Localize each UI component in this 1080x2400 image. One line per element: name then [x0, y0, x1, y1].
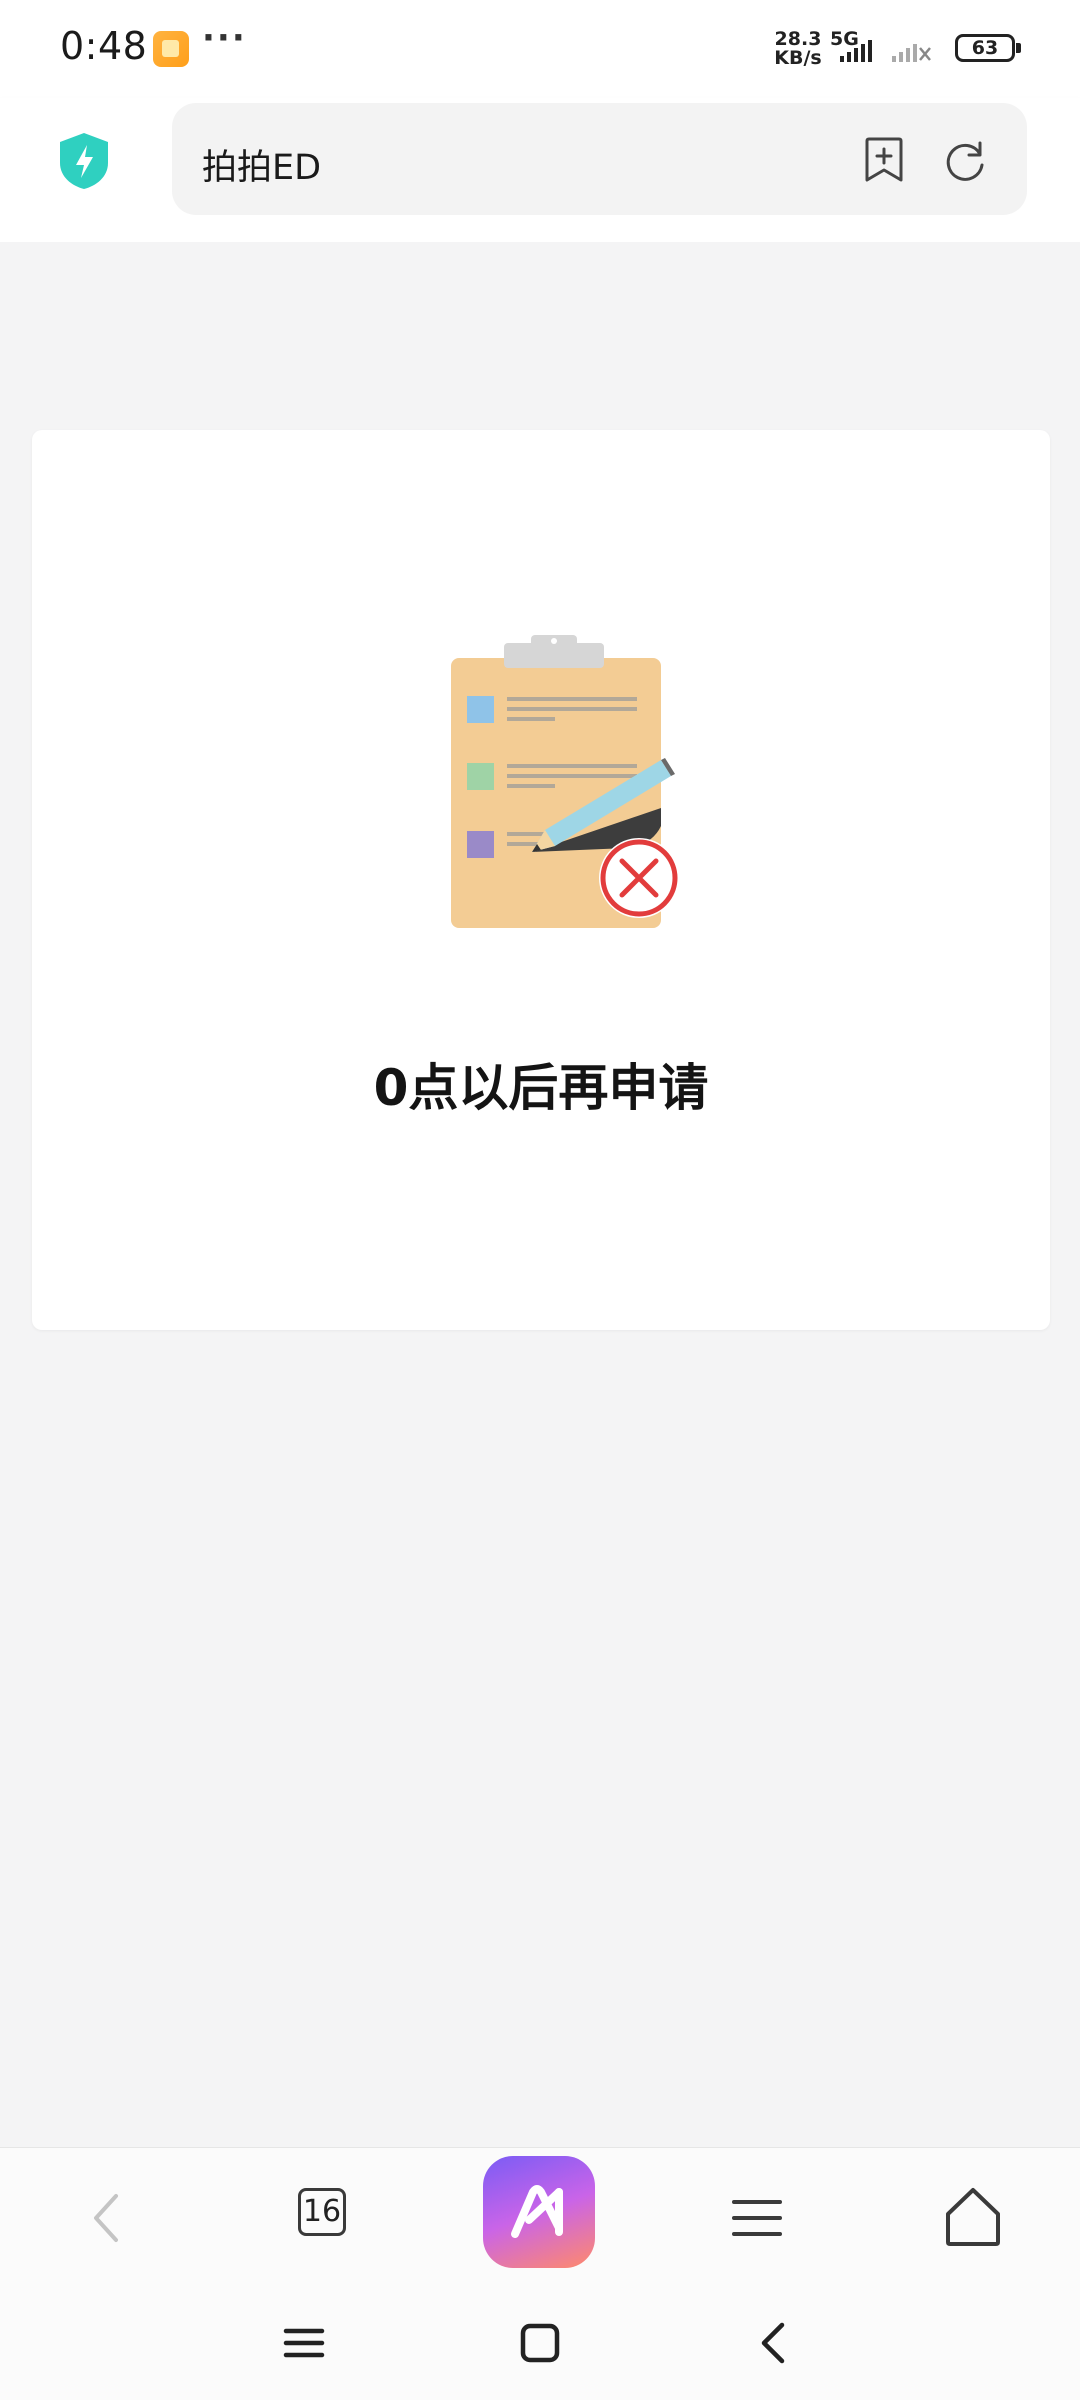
page-content: 0点以后再申请: [0, 242, 1080, 2347]
system-navigation-bar: [0, 2283, 1080, 2400]
application-rejected-illustration: [451, 635, 679, 928]
battery-indicator: 63: [955, 34, 1021, 62]
network-speed: 28.3 KB/s: [773, 30, 823, 68]
security-shield-icon[interactable]: [56, 131, 112, 191]
network-speed-unit: KB/s: [774, 47, 822, 69]
status-bar: 0:48 ··· 28.3 KB/s 5G 63: [0, 0, 1080, 98]
url-field[interactable]: 拍拍ED: [172, 103, 1027, 215]
reload-icon[interactable]: [942, 137, 988, 183]
signal-strength-icon: [840, 40, 931, 62]
status-message: 0点以后再申请: [373, 1059, 709, 1117]
ai-logo-icon: [511, 2185, 563, 2238]
back-arrow-icon: [94, 2194, 118, 2242]
back-button[interactable]: [62, 2172, 152, 2262]
message-card: 0点以后再申请: [32, 430, 1050, 1330]
home-button[interactable]: [928, 2172, 1018, 2262]
notification-app-icon: [153, 31, 189, 67]
menu-icon: [732, 2200, 782, 2236]
browser-toolbar: 16: [0, 2147, 1080, 2284]
recent-apps-icon[interactable]: [274, 2313, 334, 2373]
system-back-icon[interactable]: [744, 2313, 804, 2373]
menu-button[interactable]: [712, 2172, 802, 2262]
url-text: 拍拍ED: [202, 148, 322, 188]
more-notifications-icon: ···: [202, 18, 247, 58]
bookmark-add-icon[interactable]: [862, 137, 906, 183]
tabs-button[interactable]: 16: [298, 2188, 346, 2236]
home-icon: [946, 2188, 1000, 2246]
status-time: 0:48: [60, 24, 148, 68]
ai-assistant-button[interactable]: [483, 2156, 595, 2268]
system-home-icon[interactable]: [510, 2313, 570, 2373]
address-bar: 拍拍ED: [0, 98, 1080, 242]
